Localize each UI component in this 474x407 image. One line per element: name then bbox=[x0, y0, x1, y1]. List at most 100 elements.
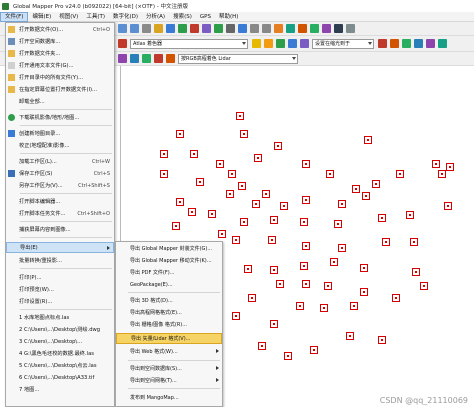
layer-control-icon[interactable] bbox=[214, 24, 223, 33]
lidar-class-icon[interactable] bbox=[118, 54, 127, 63]
contour-icon[interactable] bbox=[298, 24, 307, 33]
point-marker[interactable] bbox=[310, 346, 318, 354]
edit-icon[interactable] bbox=[288, 39, 297, 48]
menu-search[interactable]: 搜索(S) bbox=[169, 12, 196, 22]
forward-icon[interactable] bbox=[262, 24, 271, 33]
point-marker[interactable] bbox=[372, 180, 380, 188]
point-marker[interactable] bbox=[302, 280, 310, 288]
tool-a-icon[interactable] bbox=[378, 39, 387, 48]
grid-icon[interactable] bbox=[286, 24, 295, 33]
point-marker[interactable] bbox=[412, 268, 420, 276]
zoom-out-icon[interactable] bbox=[130, 24, 139, 33]
lidar-filter-icon[interactable] bbox=[130, 54, 139, 63]
menu-new-map-catalog[interactable]: 创建新地图目录... bbox=[6, 128, 114, 139]
pan-icon[interactable] bbox=[142, 24, 151, 33]
point-marker[interactable] bbox=[406, 211, 414, 219]
point-marker[interactable] bbox=[302, 242, 310, 250]
menu-rectify-imagery[interactable]: 校正(地理配准)影像... bbox=[6, 140, 114, 151]
info-icon[interactable] bbox=[166, 24, 175, 33]
select-icon[interactable] bbox=[274, 24, 283, 33]
point-marker[interactable] bbox=[446, 163, 454, 171]
zoom-in-icon[interactable] bbox=[118, 24, 127, 33]
point-marker[interactable] bbox=[176, 198, 184, 206]
export-3d[interactable]: 导出 3D 格式(D)... bbox=[116, 295, 222, 306]
recent-file-5[interactable]: 5 C:\Users\...\Desktop\点云.las bbox=[6, 360, 114, 371]
point-marker[interactable] bbox=[252, 200, 260, 208]
terrain-icon[interactable] bbox=[310, 24, 319, 33]
tool-c-icon[interactable] bbox=[402, 39, 411, 48]
lidar-profile-icon[interactable] bbox=[142, 54, 151, 63]
menu-save-workspace[interactable]: 保存工作区(S) Ctrl+S bbox=[6, 168, 114, 179]
point-marker[interactable] bbox=[324, 282, 332, 290]
point-marker[interactable] bbox=[300, 218, 308, 226]
point-marker[interactable] bbox=[296, 302, 304, 310]
point-marker[interactable] bbox=[392, 294, 400, 302]
point-marker[interactable] bbox=[444, 202, 452, 210]
menu-open-at-location[interactable]: 在指定屏幕位置打开数据文件(I)... bbox=[6, 84, 114, 95]
point-marker[interactable] bbox=[410, 238, 418, 246]
point-marker[interactable] bbox=[326, 170, 334, 178]
lidar-edit-icon[interactable] bbox=[166, 54, 175, 63]
menu-print-setup[interactable]: 打印设置(R)... bbox=[6, 296, 114, 307]
export-spatial-grid[interactable]: 导出到空间网格(T)... bbox=[116, 375, 222, 386]
point-marker[interactable] bbox=[300, 262, 308, 270]
point-marker[interactable] bbox=[378, 336, 386, 344]
point-marker[interactable] bbox=[352, 185, 360, 193]
menu-open-data-folder[interactable]: 打开数据文件夹... bbox=[6, 48, 114, 59]
menu-file[interactable]: 文件(F) bbox=[0, 11, 29, 22]
point-marker[interactable] bbox=[232, 312, 240, 320]
point-marker[interactable] bbox=[232, 236, 240, 244]
point-marker[interactable] bbox=[302, 196, 310, 204]
menu-save-workspace-as[interactable]: 另存工作区为(V)... Ctrl+Shift+S bbox=[6, 180, 114, 191]
menu-export[interactable]: 导出(E) bbox=[6, 242, 114, 253]
sun-icon[interactable] bbox=[264, 39, 273, 48]
point-marker[interactable] bbox=[160, 170, 168, 178]
point-marker[interactable] bbox=[350, 302, 358, 310]
export-icon-tb[interactable] bbox=[334, 24, 343, 33]
point-marker[interactable] bbox=[276, 280, 284, 288]
point-marker[interactable] bbox=[254, 154, 262, 162]
point-marker[interactable] bbox=[438, 170, 446, 178]
point-marker[interactable] bbox=[228, 170, 236, 178]
measure-icon[interactable] bbox=[154, 24, 163, 33]
export-gm-mobile[interactable]: 导出 Global Mapper 移动文件(K)... bbox=[116, 255, 222, 266]
shader-combo[interactable]: 按RGB高程着色 Lidar bbox=[178, 53, 298, 64]
export-vector-lidar[interactable]: 导出 矢量/Lidar 格式(V)... bbox=[116, 333, 222, 344]
draw-icon[interactable] bbox=[276, 39, 285, 48]
point-marker[interactable] bbox=[240, 130, 248, 138]
menu-open-text-file[interactable]: 打开通用文本文件(G)... bbox=[6, 60, 114, 71]
export-spatial-db[interactable]: 导出到空间数据库(S)... bbox=[116, 363, 222, 374]
point-marker[interactable] bbox=[238, 182, 246, 190]
tool-e-icon[interactable] bbox=[426, 39, 435, 48]
menu-edit[interactable]: 编辑(E) bbox=[28, 12, 55, 22]
tool-b-icon[interactable] bbox=[390, 39, 399, 48]
point-marker[interactable] bbox=[338, 244, 346, 252]
point-marker[interactable] bbox=[216, 160, 224, 168]
point-marker[interactable] bbox=[302, 160, 310, 168]
lidar-icon[interactable] bbox=[322, 24, 331, 33]
menu-digitize[interactable]: 数字化(D) bbox=[109, 12, 142, 22]
export-gm-package[interactable]: 导出 Global Mapper 封装文件(G)... bbox=[116, 243, 222, 254]
export-elevation-grid[interactable]: 导出高程网格格式(E)... bbox=[116, 307, 222, 318]
feature-icon[interactable] bbox=[178, 24, 187, 33]
point-marker[interactable] bbox=[334, 220, 342, 228]
menu-open-all-in-dir[interactable]: 打开目录中的所有文件(Y)... bbox=[6, 72, 114, 83]
menu-help[interactable]: 帮助(H) bbox=[215, 12, 242, 22]
point-marker[interactable] bbox=[346, 332, 354, 340]
point-marker[interactable] bbox=[218, 230, 226, 238]
point-marker[interactable] bbox=[258, 342, 266, 350]
light-icon[interactable] bbox=[252, 39, 261, 48]
refresh-icon[interactable] bbox=[238, 24, 247, 33]
menu-tools[interactable]: 工具(T) bbox=[82, 12, 109, 22]
point-marker[interactable] bbox=[188, 208, 196, 216]
menu-download-online[interactable]: 下载联机影像/地形/地图... bbox=[6, 112, 114, 123]
point-marker[interactable] bbox=[284, 352, 292, 360]
layer-combo[interactable]: Atlas 着色器 bbox=[130, 38, 248, 49]
tool-d-icon[interactable] bbox=[414, 39, 423, 48]
point-marker[interactable] bbox=[262, 190, 270, 198]
point-marker[interactable] bbox=[226, 190, 234, 198]
recent-file-6[interactable]: 6 C:\Users\...\Desktop\A33.tif bbox=[6, 372, 114, 383]
point-marker[interactable] bbox=[236, 112, 244, 120]
calc-icon[interactable] bbox=[300, 39, 309, 48]
settings-combo[interactable]: 设置在缩光到于 bbox=[312, 38, 374, 49]
